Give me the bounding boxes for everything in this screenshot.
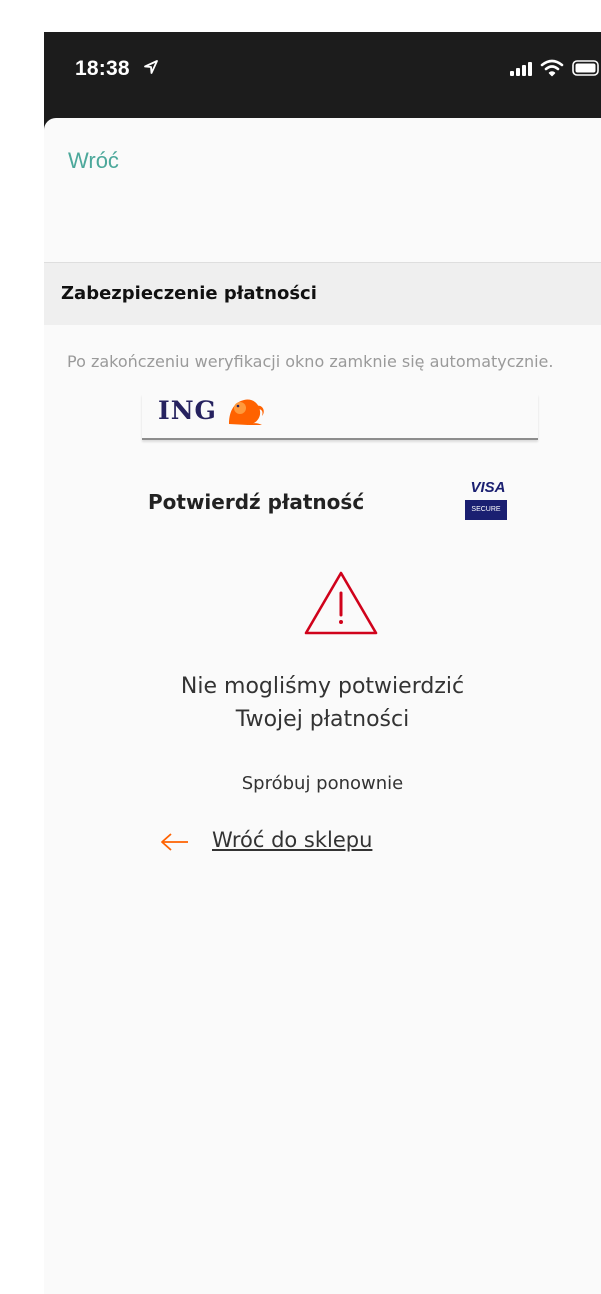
visa-brand-text: VISA <box>470 479 506 496</box>
wifi-icon <box>540 59 564 77</box>
location-arrow-icon <box>144 60 158 74</box>
title-bar: Zabezpieczenie płatności <box>44 262 601 325</box>
page-title: Zabezpieczenie płatności <box>61 283 317 304</box>
auto-close-info: Po zakończeniu weryfikacji okno zamknie … <box>67 352 554 371</box>
retry-text: Spróbuj ponownie <box>241 773 404 794</box>
error-line-1: Nie mogliśmy potwierdzić <box>180 674 465 699</box>
visa-secure-badge: VISA SECURE <box>465 479 507 523</box>
visa-secure-label: SECURE <box>465 500 507 520</box>
modal-sheet: Wróć Zabezpieczenie płatności Po zakończ… <box>44 118 601 1294</box>
warning-icon <box>304 571 378 635</box>
lion-icon <box>229 399 264 425</box>
bank-header: ING <box>142 394 538 440</box>
back-button[interactable]: Wróć <box>68 148 119 174</box>
phone-frame: 18:38 Wróć Zabezpieczenie płatności Po z… <box>44 32 601 1294</box>
arrow-left-icon <box>161 833 188 851</box>
error-line-2: Twojej płatności <box>235 707 410 732</box>
ing-logo: ING <box>158 396 217 425</box>
return-to-shop-label[interactable]: Wróć do sklepu <box>212 828 372 852</box>
confirm-payment-title: Potwierdź płatność <box>148 490 365 514</box>
status-bar: 18:38 <box>44 32 601 118</box>
error-message: Nie mogliśmy potwierdzić Twojej płatnośc… <box>44 670 601 736</box>
signal-icon <box>510 62 532 76</box>
status-time: 18:38 <box>75 57 130 80</box>
battery-icon <box>572 60 599 76</box>
